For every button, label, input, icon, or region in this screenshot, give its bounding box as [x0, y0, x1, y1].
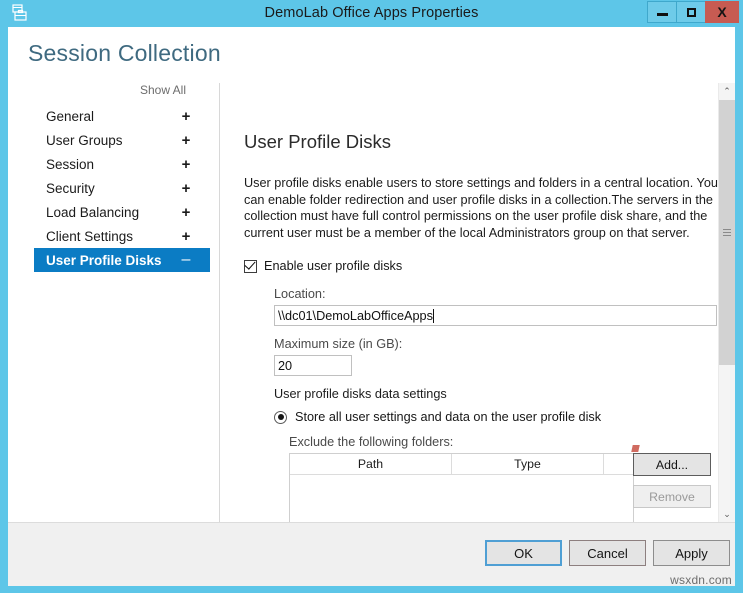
expand-plus-icon[interactable]: + [180, 108, 192, 125]
maximize-icon [686, 7, 696, 17]
nav-label: Session [46, 156, 95, 172]
checkbox-box [244, 257, 257, 273]
expand-plus-icon[interactable]: + [180, 180, 192, 197]
remove-button: Remove [633, 485, 711, 508]
sidebar-item-load-balancing[interactable]: Load Balancing + [8, 200, 210, 224]
title-bar: DemoLab Office Apps Properties X [8, 0, 739, 27]
apply-button[interactable]: Apply [653, 540, 730, 566]
exclude-folders-label: Exclude the following folders: [289, 435, 454, 449]
minimize-button[interactable] [647, 1, 677, 23]
max-size-input[interactable]: 20 [274, 355, 352, 376]
column-header-type[interactable]: Type [452, 454, 604, 474]
nav-label: User Groups [46, 132, 123, 148]
scroll-down-arrow-icon[interactable]: ⌄ [719, 506, 735, 523]
scrollbar-thumb[interactable] [719, 100, 735, 365]
expand-plus-icon[interactable]: + [180, 228, 192, 245]
maximize-button[interactable] [676, 1, 706, 23]
cursor-artifact [631, 445, 640, 452]
grid-body[interactable] [290, 475, 633, 523]
enable-user-profile-disks-checkbox[interactable]: Enable user profile disks [244, 257, 403, 273]
window-title: DemoLab Office Apps Properties [264, 5, 479, 21]
nav-label: User Profile Disks [46, 252, 162, 268]
sidebar-item-general[interactable]: General + [8, 104, 210, 128]
expand-plus-icon[interactable]: + [180, 204, 192, 221]
max-size-value: 20 [278, 358, 293, 373]
location-value: \\dc01\DemoLabOfficeApps [278, 308, 433, 323]
section-description: User profile disks enable users to store… [244, 176, 718, 240]
page-title: Session Collection [28, 40, 221, 66]
check-icon [244, 257, 256, 270]
sidebar-item-session[interactable]: Session + [8, 152, 210, 176]
show-all-link[interactable]: Show All [140, 83, 186, 97]
expand-plus-icon[interactable]: + [180, 156, 192, 173]
minimize-icon [656, 13, 668, 16]
grid-header-row: Path Type [290, 454, 633, 475]
close-button[interactable]: X [705, 1, 739, 23]
nav-label: Security [46, 180, 95, 196]
vertical-scrollbar[interactable]: ⌃ ⌄ [718, 83, 735, 523]
nav-label: Client Settings [46, 228, 134, 244]
close-icon: X [717, 4, 727, 20]
ok-button[interactable]: OK [485, 540, 562, 566]
text-caret [432, 308, 434, 323]
section-title: User Profile Disks [244, 131, 391, 152]
sidebar-item-security[interactable]: Security + [8, 176, 210, 200]
cancel-button[interactable]: Cancel [569, 540, 646, 566]
navigation-panel: Show All General + User Groups + Session… [8, 83, 220, 523]
radio-button-icon [274, 410, 287, 424]
dialog-footer: OK Cancel Apply wsxdn.com [8, 522, 735, 586]
settings-pane: User Profile Disks User profile disks en… [221, 83, 735, 523]
collapse-minus-icon[interactable]: – [180, 251, 192, 269]
sidebar-item-client-settings[interactable]: Client Settings + [8, 224, 210, 248]
properties-window: DemoLab Office Apps Properties X Session… [0, 0, 743, 593]
dialog-body: Session Collection Show All General + Us… [8, 27, 735, 586]
expand-plus-icon[interactable]: + [180, 132, 192, 149]
radio-store-all[interactable]: Store all user settings and data on the … [274, 410, 601, 424]
location-label: Location: [274, 287, 326, 301]
checkbox-label: Enable user profile disks [264, 259, 403, 273]
location-input[interactable]: \\dc01\DemoLabOfficeApps [274, 305, 717, 326]
data-settings-label: User profile disks data settings [274, 387, 447, 401]
nav-label: General [46, 108, 95, 124]
add-button[interactable]: Add... [633, 453, 711, 476]
scroll-up-arrow-icon[interactable]: ⌃ [719, 83, 735, 100]
nav-list: General + User Groups + Session + Securi… [8, 104, 210, 272]
radio-label: Store all user settings and data on the … [295, 410, 602, 424]
column-header-blank[interactable] [604, 454, 633, 474]
window-controls: X [647, 1, 739, 23]
exclude-folders-grid: Path Type [289, 453, 634, 523]
nav-label: Load Balancing [46, 204, 140, 220]
max-size-label: Maximum size (in GB): [274, 337, 403, 351]
nav-divider [219, 83, 220, 523]
sidebar-item-user-profile-disks[interactable]: User Profile Disks – [34, 248, 210, 272]
watermark: wsxdn.com [670, 573, 732, 586]
scrollbar-grip-icon [723, 228, 731, 237]
sidebar-item-user-groups[interactable]: User Groups + [8, 128, 210, 152]
column-header-path[interactable]: Path [290, 454, 452, 474]
